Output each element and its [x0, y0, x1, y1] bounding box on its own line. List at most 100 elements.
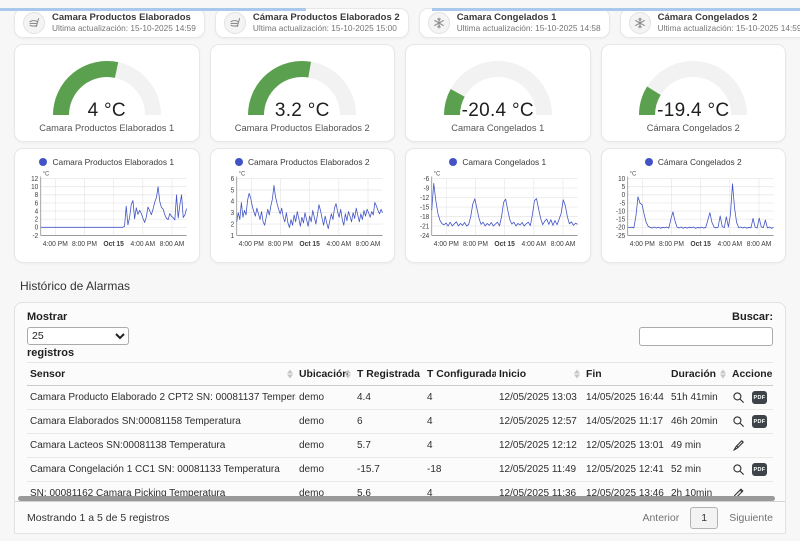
view-details-icon[interactable] — [732, 415, 745, 428]
chart-cards-row: Camara Productos Elaborados 1 4:00 PM8:00… — [14, 148, 786, 263]
inicio-cell: 12/05/2025 12:57 — [496, 410, 583, 434]
svg-text:-25: -25 — [615, 233, 625, 240]
chart-legend[interactable]: Camara Productos Elaborados 2 — [217, 154, 389, 169]
line-chart: 4:00 PM8:00 PMOct 154:00 AM8:00 AM121086… — [21, 169, 193, 259]
pagination-previous[interactable]: Anterior — [642, 512, 679, 524]
top-scroll-segment-left[interactable] — [0, 8, 306, 11]
table-body: Camara Producto Elaborado 2 CPT2 SN: 000… — [27, 386, 773, 506]
table-header-row: SensorUbicaciónT Registrada T Configurada… — [27, 363, 773, 386]
svg-text:4:00 AM: 4:00 AM — [522, 241, 547, 248]
chart-legend[interactable]: Camara Productos Elaborados 1 — [21, 154, 193, 169]
gauge-value: -19.4 °C — [602, 100, 786, 122]
card-last-update: Ultima actualización: 15-10-2025 14:58 — [457, 24, 601, 34]
gauge: -19.4 °C — [602, 50, 786, 118]
chart-card: Camara Productos Elaborados 1 4:00 PM8:00… — [14, 148, 200, 263]
legend-dot-icon — [449, 158, 457, 166]
page-size-select[interactable]: 25 — [27, 327, 129, 345]
inicio-cell: 12/05/2025 11:49 — [496, 458, 583, 482]
svg-text:-9: -9 — [424, 185, 430, 192]
chart-card: Cámara Congelados 24:00 PM8:00 PMOct 154… — [601, 148, 787, 263]
search-label: Buscar: — [639, 311, 773, 323]
svg-text:4:00 AM: 4:00 AM — [717, 241, 742, 248]
ubicacion-cell: demo — [296, 386, 354, 410]
svg-text:°C: °C — [434, 170, 441, 177]
top-scroll-segment-right[interactable] — [432, 8, 800, 11]
svg-text:Oct 15: Oct 15 — [690, 241, 711, 248]
legend-label: Cámara Congelados 2 — [658, 157, 742, 167]
line-chart: 4:00 PM8:00 PMOct 154:00 AM8:00 AM654321… — [217, 169, 389, 259]
pdf-export-icon[interactable]: PDF — [752, 391, 767, 404]
duracion-cell: 51h 41min — [668, 386, 729, 410]
svg-text:4:00 PM: 4:00 PM — [434, 241, 459, 248]
gauge-card: -19.4 °CCámara Congelados 2 — [601, 44, 787, 142]
t-configurada-cell: 4 — [424, 410, 496, 434]
svg-text:-2: -2 — [33, 233, 39, 240]
pdf-export-icon[interactable]: PDF — [752, 415, 767, 428]
view-details-icon[interactable] — [732, 463, 745, 476]
elaborated-products-icon — [229, 17, 241, 29]
page-size-control: Mostrar 25 registros — [27, 311, 129, 359]
sensor-card-header: Cámara Congelados 2Ultima actualización:… — [620, 8, 800, 38]
pagination-page-1[interactable]: 1 — [690, 507, 718, 529]
svg-text:4:00 AM: 4:00 AM — [131, 241, 156, 248]
fin-cell: 14/05/2025 16:44 — [583, 386, 668, 410]
card-last-update: Ultima actualización: 15-10-2025 14:59 — [658, 24, 800, 34]
column-header-t-registrada: T Registrada — [354, 363, 424, 386]
alarms-table: SensorUbicaciónT Registrada T Configurada… — [27, 362, 773, 506]
svg-text:5: 5 — [621, 184, 625, 191]
t-registrada-cell: -15.7 — [354, 458, 424, 482]
gauge: 3.2 °C — [211, 50, 395, 118]
sort-icon[interactable] — [720, 370, 726, 379]
sort-icon[interactable] — [287, 370, 293, 379]
pdf-export-icon[interactable]: PDF — [752, 463, 767, 476]
elaborated-products-icon-wrap — [23, 12, 45, 34]
t-registrada-cell: 5.7 — [354, 434, 424, 458]
legend-label: Camara Congelados 1 — [462, 157, 546, 167]
view-details-icon[interactable] — [732, 391, 745, 404]
column-header-inicio[interactable]: Inicio — [496, 363, 583, 386]
ubicacion-cell: demo — [296, 410, 354, 434]
svg-text:-5: -5 — [619, 200, 625, 207]
column-header-label: T Registrada — [357, 369, 420, 380]
svg-text:4:00 PM: 4:00 PM — [238, 241, 263, 248]
svg-text:6: 6 — [230, 176, 234, 183]
legend-label: Camara Productos Elaborados 1 — [52, 157, 174, 167]
signature-icon[interactable] — [732, 439, 745, 452]
fin-cell: 12/05/2025 13:01 — [583, 434, 668, 458]
svg-text:4:00 PM: 4:00 PM — [43, 241, 68, 248]
svg-text:-6: -6 — [424, 176, 430, 183]
svg-text:-12: -12 — [420, 195, 430, 202]
column-header-ubicación[interactable]: Ubicación — [296, 363, 354, 386]
column-header-sensor[interactable]: Sensor — [27, 363, 296, 386]
search-input[interactable] — [639, 327, 773, 346]
table-footer: Mostrando 1 a 5 de 5 registros Anterior … — [15, 501, 785, 533]
pagination-next[interactable]: Siguiente — [729, 512, 773, 524]
sort-icon[interactable] — [574, 370, 580, 379]
snowflake-icon-wrap — [428, 12, 450, 34]
column-header-label: Fin — [586, 369, 602, 380]
svg-text:-10: -10 — [615, 208, 625, 215]
gauge-label: Cámara Congelados 2 — [602, 123, 786, 133]
legend-label: Camara Productos Elaborados 2 — [248, 157, 370, 167]
gauge-label: Camara Productos Elaborados 2 — [211, 123, 395, 133]
svg-text:10: 10 — [31, 184, 38, 191]
acciones-cell: PDF — [729, 458, 773, 482]
svg-text:Oct 15: Oct 15 — [494, 241, 515, 248]
show-label: Mostrar — [27, 311, 129, 323]
card-title: Cámara Congelados 2 — [658, 12, 800, 23]
chart-legend[interactable]: Camara Congelados 1 — [412, 154, 584, 169]
acciones-cell: PDF — [729, 386, 773, 410]
card-title: Camara Productos Elaborados — [52, 12, 196, 23]
duracion-cell: 49 min — [668, 434, 729, 458]
column-header-acciones: Acciones — [729, 363, 773, 386]
chart-legend[interactable]: Cámara Congelados 2 — [608, 154, 780, 169]
column-header-label: T Configurada — [427, 369, 496, 380]
elaborated-products-icon-wrap — [224, 12, 246, 34]
svg-text:-20: -20 — [615, 224, 625, 231]
svg-text:Oct 15: Oct 15 — [299, 241, 320, 248]
table-row: Camara Elaborados SN:00081158 Temperatur… — [27, 410, 773, 434]
column-header-duración[interactable]: Duración — [668, 363, 729, 386]
column-header-t-configurada: T Configurada — [424, 363, 496, 386]
sort-icon[interactable] — [345, 370, 351, 379]
acciones-cell: PDF — [729, 410, 773, 434]
